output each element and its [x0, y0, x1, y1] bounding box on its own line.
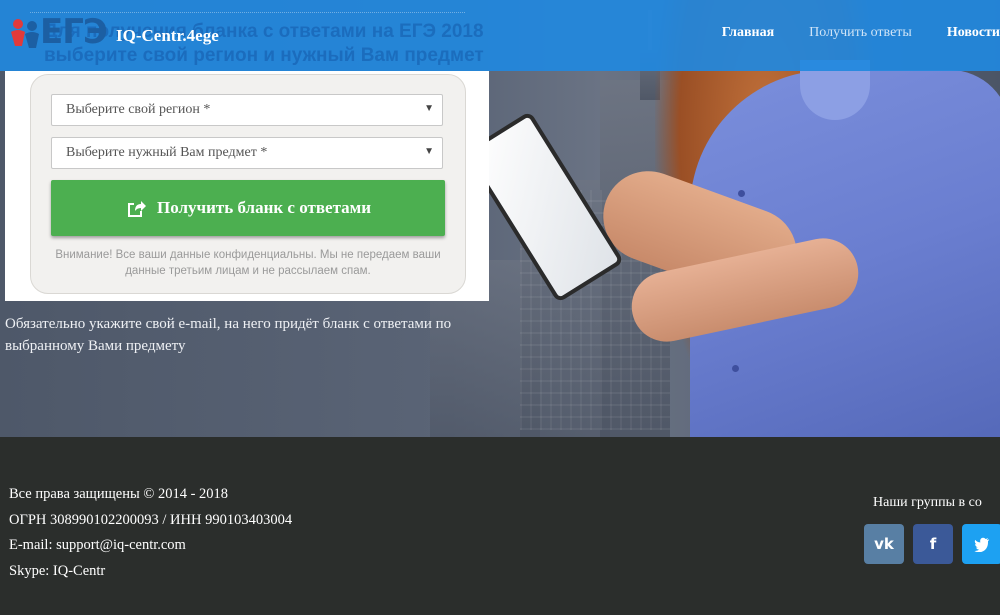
- get-answers-button[interactable]: Получить бланк с ответами: [51, 180, 445, 236]
- nav-menu: Главная Получить ответы Новости: [687, 25, 1000, 41]
- email-text[interactable]: E-mail: support@iq-centr.com: [9, 533, 292, 559]
- ogrn-text: ОГРН 308990102200093 / ИНН 990103403004: [9, 511, 293, 528]
- footer-info: Все права защищены © 2014 - 2018 ОГРН 30…: [9, 482, 292, 584]
- copyright-text: Все права защищены © 2014 - 2018: [9, 486, 229, 502]
- twitter-button[interactable]: [962, 524, 1000, 564]
- subject-select[interactable]: Выберите нужный Вам предмет * ▼: [51, 137, 443, 169]
- get-answers-label: Получить бланк с ответами: [156, 198, 372, 217]
- vk-button[interactable]: vk: [864, 524, 904, 564]
- footer: Все права защищены © 2014 - 2018 ОГРН 30…: [0, 437, 1000, 615]
- facebook-icon: f: [929, 535, 937, 553]
- subject-select-value: Выберите нужный Вам предмет *: [66, 145, 268, 160]
- ghost-heading-line: выберите свой регион и нужный Вам предме…: [44, 45, 484, 66]
- nav-item-get-answers[interactable]: Получить ответы: [809, 25, 912, 41]
- region-select-value: Выберите свой регион *: [66, 102, 211, 117]
- form-box: Выберите свой регион * ▼ Выберите нужный…: [30, 74, 466, 294]
- caret-down-icon: ▼: [424, 146, 434, 157]
- caret-down-icon: ▼: [424, 103, 434, 114]
- brand-name[interactable]: IQ-Centr.4ege: [116, 26, 219, 46]
- vk-icon: vk: [874, 535, 894, 553]
- email-hint: Обязательно укажите свой e-mail, на него…: [5, 316, 452, 354]
- top-navbar: Для получения бланка с ответами на ЕГЭ 2…: [0, 0, 1000, 71]
- shirt-button: [732, 365, 739, 372]
- skype-text: Skype: IQ-Centr: [9, 562, 106, 579]
- share-icon: [127, 201, 146, 217]
- ghost-heading: Для получения бланка с ответами на ЕГЭ 2…: [44, 20, 484, 68]
- shirt-button: [738, 190, 745, 197]
- nav-item-news[interactable]: Новости: [947, 25, 1000, 41]
- facebook-button[interactable]: f: [913, 524, 953, 564]
- form-panel: Выберите свой регион * ▼ Выберите нужный…: [5, 71, 489, 301]
- ghost-heading-line: Для получения бланка с ответами на ЕГЭ 2…: [44, 21, 484, 42]
- twitter-icon: [974, 537, 990, 552]
- nav-item-home[interactable]: Главная: [722, 25, 774, 41]
- privacy-notice: Внимание! Все ваши данные конфиденциальн…: [55, 249, 441, 277]
- region-select[interactable]: Выберите свой регион * ▼: [51, 94, 443, 126]
- logo-text[interactable]: ЕГЭ: [40, 12, 108, 52]
- social-groups-title: Наши группы в со: [873, 495, 982, 510]
